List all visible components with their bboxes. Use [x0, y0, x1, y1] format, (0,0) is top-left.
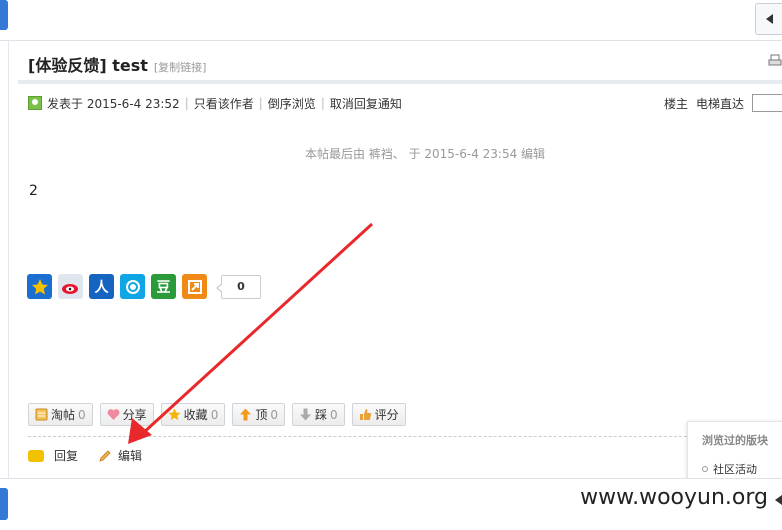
- edit-link[interactable]: 编辑: [118, 447, 142, 464]
- down-label: 踩: [314, 408, 327, 422]
- meta-separator: |: [258, 96, 263, 110]
- dashed-divider: [28, 436, 782, 437]
- popup-item[interactable]: 社区活动: [702, 461, 782, 477]
- up-button[interactable]: 顶0: [232, 403, 285, 426]
- visited-boards-popup: 浏览过的版块 社区活动: [687, 421, 782, 485]
- elevator-label: 电梯直达: [695, 96, 744, 111]
- reply-link[interactable]: 回复: [54, 447, 78, 464]
- up-label: 顶: [255, 408, 268, 422]
- pengyou-share-icon[interactable]: [120, 274, 145, 299]
- pencil-icon: [99, 449, 111, 462]
- down-count: 0: [330, 407, 338, 422]
- favorite-button[interactable]: 收藏 0: [160, 403, 226, 426]
- left-tab-top[interactable]: [0, 0, 8, 30]
- reply-row: 回复 编辑: [28, 447, 142, 464]
- edited-note: 本帖最后由 裤裆、 于 2015-6-4 23:54 编辑: [304, 147, 546, 161]
- more-share-icon[interactable]: [182, 274, 207, 299]
- rate-label: 评分: [374, 408, 399, 422]
- share-label: 分享: [122, 408, 147, 422]
- watermark: www.wooyun.org: [580, 485, 768, 510]
- only-author-link[interactable]: 只看该作者: [194, 95, 254, 112]
- cancel-notify-link[interactable]: 取消回复通知: [330, 95, 402, 112]
- header-separator: [18, 80, 782, 84]
- share-button[interactable]: 分享: [99, 403, 154, 426]
- down-button[interactable]: 踩0: [291, 403, 345, 426]
- thumbs-up-icon: [359, 409, 371, 420]
- qzone-share-icon[interactable]: [27, 274, 52, 299]
- back-button[interactable]: [755, 3, 782, 35]
- print-icon[interactable]: [768, 54, 782, 68]
- floor-label: 楼主: [663, 96, 688, 111]
- share-count-bubble: 0: [216, 274, 261, 299]
- post-actions: 淘帖 0 分享 收藏 0 顶0 踩0 评分: [28, 403, 406, 426]
- copy-link[interactable]: [复制链接]: [154, 59, 207, 75]
- post-title: [体验反馈] test: [28, 56, 148, 75]
- taotie-button[interactable]: 淘帖 0: [28, 403, 93, 426]
- posted-time: 发表于 2015-6-4 23:52: [47, 96, 180, 111]
- side-divider: [8, 41, 9, 481]
- meta-separator: |: [320, 96, 325, 110]
- favorite-label: 收藏: [183, 408, 208, 422]
- rate-button[interactable]: 评分: [351, 403, 406, 426]
- bottom-back-button[interactable]: [772, 491, 782, 509]
- left-tab-bottom[interactable]: [0, 488, 8, 520]
- post-title-row: [体验反馈] test [复制链接]: [28, 52, 206, 76]
- arrow-up-icon: [240, 408, 252, 421]
- favorite-count: 0: [210, 407, 219, 422]
- post-meta: 发表于 2015-6-4 23:52 | 只看该作者 | 倒序浏览 | 取消回复…: [28, 94, 402, 112]
- floor-jump-input[interactable]: [752, 94, 782, 112]
- meta-separator: |: [184, 96, 189, 110]
- weibo-share-icon[interactable]: [58, 274, 83, 299]
- post-content: 2: [29, 183, 38, 199]
- up-count: 0: [270, 407, 278, 422]
- renren-share-icon[interactable]: 人: [89, 274, 114, 299]
- online-avatar-icon: [28, 96, 42, 110]
- reply-bubble-icon: [28, 449, 44, 462]
- share-row: 人 豆 0: [27, 274, 261, 299]
- taotie-count: 0: [78, 407, 86, 422]
- top-bar: [0, 0, 782, 41]
- popup-title: 浏览过的版块: [702, 434, 768, 447]
- taotie-icon: [35, 408, 48, 421]
- floor-controls: 楼主 电梯直达: [664, 94, 782, 112]
- heart-icon: [107, 409, 120, 420]
- arrow-down-icon: [299, 408, 311, 421]
- taotie-label: 淘帖: [51, 408, 76, 422]
- star-icon: [168, 408, 181, 421]
- reverse-order-link[interactable]: 倒序浏览: [268, 95, 316, 112]
- douban-share-icon[interactable]: 豆: [151, 274, 176, 299]
